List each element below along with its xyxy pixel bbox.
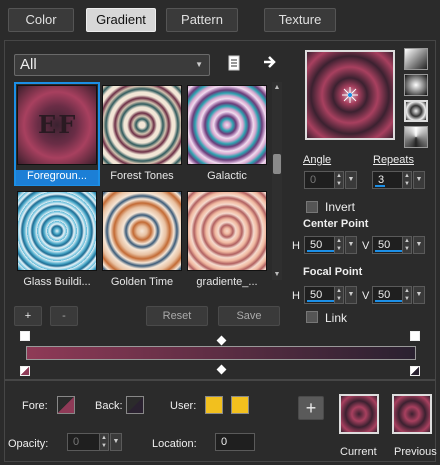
focal-h-dropdown-icon[interactable]: ▼ bbox=[345, 286, 357, 304]
gradient-thumbnail bbox=[187, 85, 267, 165]
center-v-level-bar bbox=[375, 250, 403, 252]
gradient-thumbnail bbox=[187, 191, 267, 271]
angle-label: Angle bbox=[303, 154, 332, 166]
repeats-spinner[interactable]: ▲ ▼ bbox=[402, 171, 412, 189]
focal-v-level-bar bbox=[375, 300, 403, 302]
previous-gradient-swatch[interactable] bbox=[392, 394, 432, 434]
back-swatch[interactable] bbox=[126, 396, 144, 414]
gradient-editor-bar[interactable] bbox=[26, 346, 416, 360]
focal-point-label: Focal Point bbox=[303, 266, 363, 278]
gradient-thumbnail bbox=[102, 85, 182, 165]
center-h-spinner[interactable]: ▲ ▼ bbox=[334, 236, 344, 254]
center-v-spinner[interactable]: ▲ ▼ bbox=[402, 236, 412, 254]
focal-v-spinner[interactable]: ▲ ▼ bbox=[402, 286, 412, 304]
linear-style-button[interactable] bbox=[404, 48, 428, 70]
center-v-label: V bbox=[362, 240, 370, 252]
gradient-caption: Galactic bbox=[207, 170, 247, 182]
gradient-logo: EF bbox=[38, 110, 78, 139]
gradient-tile[interactable]: gradiente_... bbox=[186, 190, 268, 290]
gradient-thumbnail bbox=[102, 191, 182, 271]
opacity-dropdown-icon[interactable]: ▼ bbox=[110, 433, 122, 451]
color-stop-left[interactable] bbox=[20, 366, 30, 376]
scroll-down-icon[interactable]: ▼ bbox=[272, 271, 282, 278]
gradient-tile[interactable]: Glass Buildi... bbox=[16, 190, 98, 290]
focal-h-spinner[interactable]: ▲ ▼ bbox=[334, 286, 344, 304]
gradient-thumbnail bbox=[17, 191, 97, 271]
category-dropdown[interactable]: All ▼ bbox=[14, 54, 210, 76]
scroll-up-icon[interactable]: ▲ bbox=[272, 84, 282, 91]
invert-label: Invert bbox=[325, 200, 356, 214]
opacity-label: Opacity: bbox=[8, 438, 49, 450]
tab-gradient[interactable]: Gradient bbox=[86, 8, 156, 32]
center-h-label: H bbox=[292, 240, 300, 252]
repeats-label: Repeats bbox=[373, 154, 414, 166]
tab-color[interactable]: Color bbox=[8, 8, 74, 32]
scrollbar-thumb[interactable] bbox=[273, 154, 281, 174]
rectangular-style-button[interactable] bbox=[404, 74, 428, 96]
color-stop-right[interactable] bbox=[410, 366, 420, 376]
back-label: Back: bbox=[95, 400, 123, 412]
gradient-list-scrollbar[interactable]: ▲ ▼ bbox=[272, 82, 282, 280]
document-icon[interactable] bbox=[226, 54, 242, 72]
reset-button[interactable]: Reset bbox=[146, 306, 208, 326]
gradient-tile[interactable]: Golden Time bbox=[101, 190, 183, 290]
gradient-tile[interactable]: Forest Tones bbox=[101, 84, 183, 184]
gradient-tile[interactable]: EF Foregroun... bbox=[14, 82, 100, 186]
center-h-dropdown-icon[interactable]: ▼ bbox=[345, 236, 357, 254]
tab-pattern[interactable]: Pattern bbox=[166, 8, 238, 32]
gradient-preview[interactable] bbox=[305, 50, 395, 140]
opacity-spinner[interactable]: ▲ ▼ bbox=[99, 433, 109, 451]
repeats-level-bar bbox=[375, 185, 385, 187]
link-checkbox[interactable] bbox=[306, 311, 318, 323]
save-button[interactable]: Save bbox=[218, 306, 280, 326]
previous-label: Previous bbox=[394, 446, 437, 458]
link-label: Link bbox=[325, 311, 348, 325]
opacity-stop-left[interactable] bbox=[20, 331, 30, 341]
remove-gradient-button[interactable]: - bbox=[50, 306, 78, 326]
location-field[interactable]: 0 bbox=[215, 433, 255, 451]
center-h-level-bar bbox=[307, 250, 335, 252]
category-value: All bbox=[20, 56, 37, 73]
gradient-list: EF Foregroun... Forest Tones Galactic Gl… bbox=[14, 82, 270, 292]
gradient-caption: Foregroun... bbox=[16, 170, 98, 185]
current-gradient-swatch[interactable] bbox=[339, 394, 379, 434]
angle-spinner[interactable]: ▲ ▼ bbox=[334, 171, 344, 189]
gradient-caption: gradiente_... bbox=[196, 276, 258, 288]
gradient-caption: Golden Time bbox=[110, 276, 174, 288]
tab-texture[interactable]: Texture bbox=[264, 8, 336, 32]
focal-h-label: H bbox=[292, 290, 300, 302]
focal-h-level-bar bbox=[307, 300, 335, 302]
crosshair-icon[interactable] bbox=[342, 87, 358, 103]
center-v-dropdown-icon[interactable]: ▼ bbox=[413, 236, 425, 254]
chevron-down-icon: ▼ bbox=[195, 60, 203, 69]
gradient-tile[interactable]: Galactic bbox=[186, 84, 268, 184]
radial-style-button[interactable] bbox=[404, 100, 428, 122]
arrow-right-icon[interactable] bbox=[262, 54, 278, 70]
location-label: Location: bbox=[152, 438, 197, 450]
focal-v-label: V bbox=[362, 290, 370, 302]
gradient-thumbnail: EF bbox=[17, 85, 97, 165]
current-label: Current bbox=[340, 446, 377, 458]
add-to-swatches-button[interactable]: + bbox=[298, 396, 324, 420]
focal-v-dropdown-icon[interactable]: ▼ bbox=[413, 286, 425, 304]
user-swatch[interactable] bbox=[205, 396, 223, 414]
repeats-dropdown-icon[interactable]: ▼ bbox=[413, 171, 425, 189]
angle-dropdown-icon[interactable]: ▼ bbox=[345, 171, 357, 189]
gradient-caption: Glass Buildi... bbox=[23, 276, 91, 288]
add-gradient-button[interactable]: + bbox=[14, 306, 42, 326]
invert-checkbox[interactable] bbox=[306, 201, 318, 213]
user-label: User: bbox=[170, 400, 197, 412]
user-color-swatch[interactable] bbox=[231, 396, 249, 414]
fore-swatch[interactable] bbox=[57, 396, 75, 414]
sunburst-style-button[interactable] bbox=[404, 126, 428, 148]
gradient-caption: Forest Tones bbox=[110, 170, 174, 182]
fore-label: Fore: bbox=[22, 400, 48, 412]
opacity-stop-right[interactable] bbox=[410, 331, 420, 341]
center-point-label: Center Point bbox=[303, 218, 369, 230]
